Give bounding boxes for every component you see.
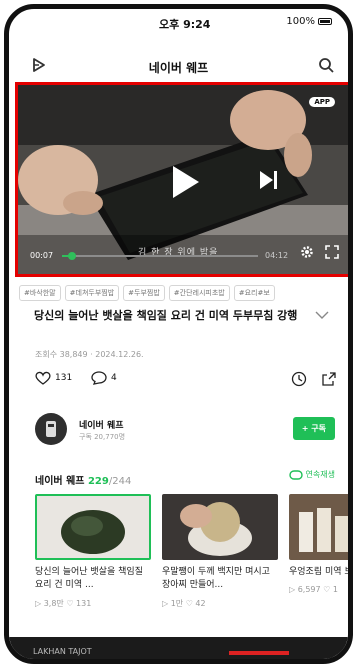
card-thumbnail[interactable] <box>35 494 151 560</box>
video-current-time: 00:07 <box>30 251 54 260</box>
channel-subscribers: 구독 20,770명 <box>79 433 126 441</box>
video-meta: 조회수 38,849 · 2024.12.26. <box>35 350 144 359</box>
hashtag-chip[interactable]: #바삭한말 <box>19 285 61 301</box>
playlist-header: 네이버 웨프 229/244 연속재생 <box>35 469 335 487</box>
playlist-title: 네이버 웨프 229/244 <box>35 476 131 487</box>
card-thumbnail[interactable] <box>289 494 348 560</box>
card-stats: ▷ 3,8만 ♡ 131 <box>35 598 151 609</box>
card-title: 우엉조림 미역 보세요... <box>289 567 353 577</box>
autoplay-toggle[interactable]: 연속재생 <box>288 469 335 480</box>
thumbnail-image <box>162 494 278 560</box>
next-video-preview[interactable]: LAKHAN TAJOT <box>9 637 348 659</box>
card-stats: ▷ 1만 ♡ 42 <box>162 598 278 609</box>
share-icon <box>322 372 336 386</box>
card-title: 우말쨍이 두께 백지만 며시고 장아찌 만들어... <box>162 567 270 590</box>
card-stats: ▷ 6,597 ♡ 1 <box>289 585 348 594</box>
clock-icon <box>291 371 307 387</box>
autoplay-label: 연속재생 <box>305 470 335 479</box>
video-progress-handle[interactable] <box>67 252 76 260</box>
battery-indicator: 100% <box>286 16 332 27</box>
channel-avatar[interactable] <box>35 413 67 445</box>
watch-later-button[interactable] <box>291 371 307 387</box>
gear-icon[interactable] <box>300 245 314 259</box>
action-bar: 131 4 <box>35 371 337 391</box>
status-bar: 오후 9:24 100% <box>9 9 348 35</box>
playlist-card[interactable]: 당신의 늘어난 뱃살을 책임질 요리 건 미역 ... ▷ 3,8만 ♡ 131 <box>35 494 151 609</box>
battery-icon <box>318 18 332 25</box>
comment-button[interactable]: 4 <box>91 371 117 385</box>
thumbnail-image <box>37 496 149 558</box>
card-views: ▷ 3,8만 <box>35 599 64 608</box>
chevron-down-icon[interactable] <box>314 309 330 321</box>
playlist-count: 229 <box>87 476 109 487</box>
status-time: 오후 9:24 <box>159 18 211 31</box>
hashtag-chip[interactable]: #간단레시피초밥 <box>168 285 230 301</box>
preview-label: LAKHAN TAJOT <box>33 647 92 656</box>
card-title: 당신의 늘어난 뱃살을 책임질 요리 건 미역 ... <box>35 567 143 590</box>
video-total-time: 04:12 <box>265 251 289 260</box>
play-icon[interactable] <box>171 165 201 199</box>
phone-frame: 오후 9:24 100% 네이버 웨프 APP 김 한 장 위에 밥을 00:0… <box>4 4 353 664</box>
app-badge: APP <box>309 97 335 107</box>
heart-icon <box>35 371 51 385</box>
like-count: 131 <box>55 373 73 383</box>
share-button[interactable] <box>321 371 337 387</box>
skip-next-icon[interactable] <box>258 169 280 191</box>
repeat-icon <box>288 469 303 480</box>
battery-percent: 100% <box>286 16 315 27</box>
channel-row: 네이버 웨프 구독 20,770명 + 구독 <box>35 413 335 447</box>
hashtag-list: #바삭한말 #데쳐두부찜밥 #두부찜밥 #간단레시피초밥 #요리#보 <box>19 285 348 301</box>
app-bar: 네이버 웨프 <box>9 45 348 81</box>
hashtag-chip[interactable]: #데쳐두부찜밥 <box>64 285 120 301</box>
playlist-label: 네이버 웨프 <box>35 476 85 487</box>
playlist-card[interactable]: 우말쨍이 두께 백지만 며시고 장아찌 만들어... ▷ 1만 ♡ 42 <box>162 494 278 609</box>
app-title: 네이버 웨프 <box>148 61 209 75</box>
mascot-icon <box>46 421 56 437</box>
card-likes: ♡ 42 <box>185 599 206 608</box>
playlist-total: /244 <box>108 476 132 487</box>
thumbnail-image <box>289 494 348 560</box>
playlist-card[interactable]: 우엉조림 미역 보세요... ▷ 6,597 ♡ 1 <box>289 494 353 594</box>
card-thumbnail[interactable] <box>162 494 278 560</box>
card-views: ▷ 1만 <box>162 599 184 608</box>
comment-icon <box>91 371 107 385</box>
playlist-cards: 당신의 늘어난 뱃살을 책임질 요리 건 미역 ... ▷ 3,8만 ♡ 131… <box>9 494 348 624</box>
video-progress-bar[interactable] <box>62 252 258 260</box>
card-likes: ♡ 1 <box>323 585 338 594</box>
like-button[interactable]: 131 <box>35 371 72 385</box>
video-title: 당신의 늘어난 뱃살을 책임질 요리 건 미역 두부무침 강행 <box>34 309 298 322</box>
card-views: ▷ 6,597 <box>289 585 321 594</box>
hashtag-chip[interactable]: #요리#보 <box>233 285 275 301</box>
hashtag-chip[interactable]: #두부찜밥 <box>123 285 165 301</box>
search-icon[interactable] <box>318 57 334 73</box>
video-player[interactable]: APP 김 한 장 위에 밥을 00:07 04:12 <box>15 82 348 277</box>
preview-accent <box>229 651 289 655</box>
card-likes: ♡ 131 <box>66 599 92 608</box>
comment-count: 4 <box>111 373 117 383</box>
subscribe-button[interactable]: + 구독 <box>292 417 335 440</box>
channel-name[interactable]: 네이버 웨프 <box>79 418 124 431</box>
fullscreen-icon[interactable] <box>325 245 339 259</box>
